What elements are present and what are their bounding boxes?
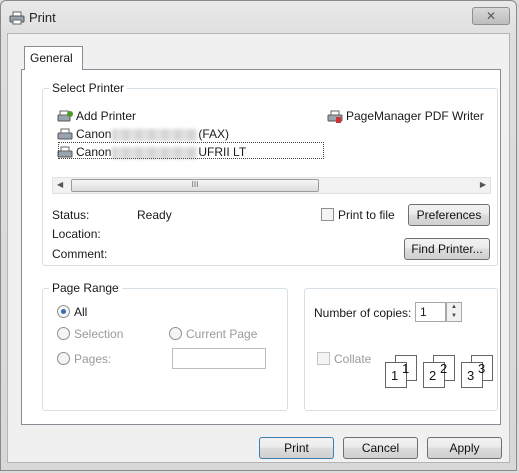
tab-general[interactable]: General: [24, 46, 83, 70]
printer-item-canon-fax[interactable]: Canon (FAX): [57, 126, 229, 142]
printer-item-pagemanager[interactable]: PageManager PDF Writer: [327, 108, 491, 124]
current-page-label: Current Page: [186, 327, 258, 341]
collate-checkbox[interactable]: [317, 352, 330, 365]
printer-name: PageManager PDF Writer: [346, 109, 484, 123]
status-value: Ready: [137, 208, 172, 222]
printer-name-suffix: (FAX): [198, 127, 230, 141]
copies-input[interactable]: 1: [415, 302, 446, 322]
selection-label: Selection: [74, 327, 124, 341]
grip-icon: III: [191, 180, 199, 189]
pages-input[interactable]: [172, 348, 266, 369]
close-icon: ✕: [485, 9, 497, 23]
page-number: 1: [391, 368, 399, 383]
page-range-all-radio[interactable]: [57, 305, 70, 318]
page-number: 2: [429, 368, 437, 383]
page-number: 3: [478, 361, 486, 376]
preferences-button[interactable]: Preferences: [408, 204, 490, 226]
close-button[interactable]: ✕: [472, 7, 510, 25]
printer-name-prefix: Canon: [76, 127, 112, 141]
select-printer-legend: Select Printer: [49, 81, 128, 95]
copies-spinner[interactable]: ▲ ▼: [446, 302, 462, 322]
collate-label: Collate: [334, 352, 372, 366]
spin-up-icon[interactable]: ▲: [447, 303, 461, 312]
window-title: Print: [29, 10, 56, 25]
print-to-file-label: Print to file: [338, 208, 395, 222]
selected-printer-focus: [58, 142, 324, 159]
status-label: Status:: [52, 208, 90, 222]
location-label: Location:: [52, 227, 101, 241]
pages-label: Pages:: [74, 352, 112, 366]
printer-list-scrollbar[interactable]: ◀ III ▶: [52, 177, 491, 194]
page-number: 2: [440, 361, 448, 376]
page-range-selection-radio[interactable]: [57, 327, 70, 340]
find-printer-button[interactable]: Find Printer...: [404, 238, 490, 260]
spin-down-icon[interactable]: ▼: [447, 312, 461, 321]
redacted-printer-model: [112, 128, 198, 141]
scroll-left-icon[interactable]: ◀: [57, 180, 63, 189]
cancel-button[interactable]: Cancel: [343, 437, 418, 459]
scrollbar-thumb[interactable]: III: [71, 179, 319, 192]
page-number: 3: [467, 368, 475, 383]
printer-item-add-printer[interactable]: Add Printer: [57, 108, 136, 124]
page-range-current-page-radio[interactable]: [169, 327, 182, 340]
apply-button[interactable]: Apply: [427, 437, 502, 459]
pdf-printer-icon: [327, 110, 343, 123]
printer-icon: [57, 128, 73, 140]
print-to-file-checkbox[interactable]: [321, 208, 334, 221]
print-button[interactable]: Print: [259, 437, 334, 459]
add-printer-icon: [57, 110, 73, 122]
title-bar[interactable]: Print ✕: [1, 1, 516, 35]
printer-name: Add Printer: [76, 109, 137, 123]
page-range-pages-radio[interactable]: [57, 352, 70, 365]
scroll-right-icon[interactable]: ▶: [480, 180, 486, 189]
page-range-legend: Page Range: [49, 281, 122, 295]
page-number: 1: [402, 361, 410, 376]
printer-icon: [9, 11, 25, 25]
number-of-copies-label: Number of copies:: [314, 306, 412, 320]
all-label: All: [74, 305, 88, 319]
comment-label: Comment:: [52, 247, 108, 261]
